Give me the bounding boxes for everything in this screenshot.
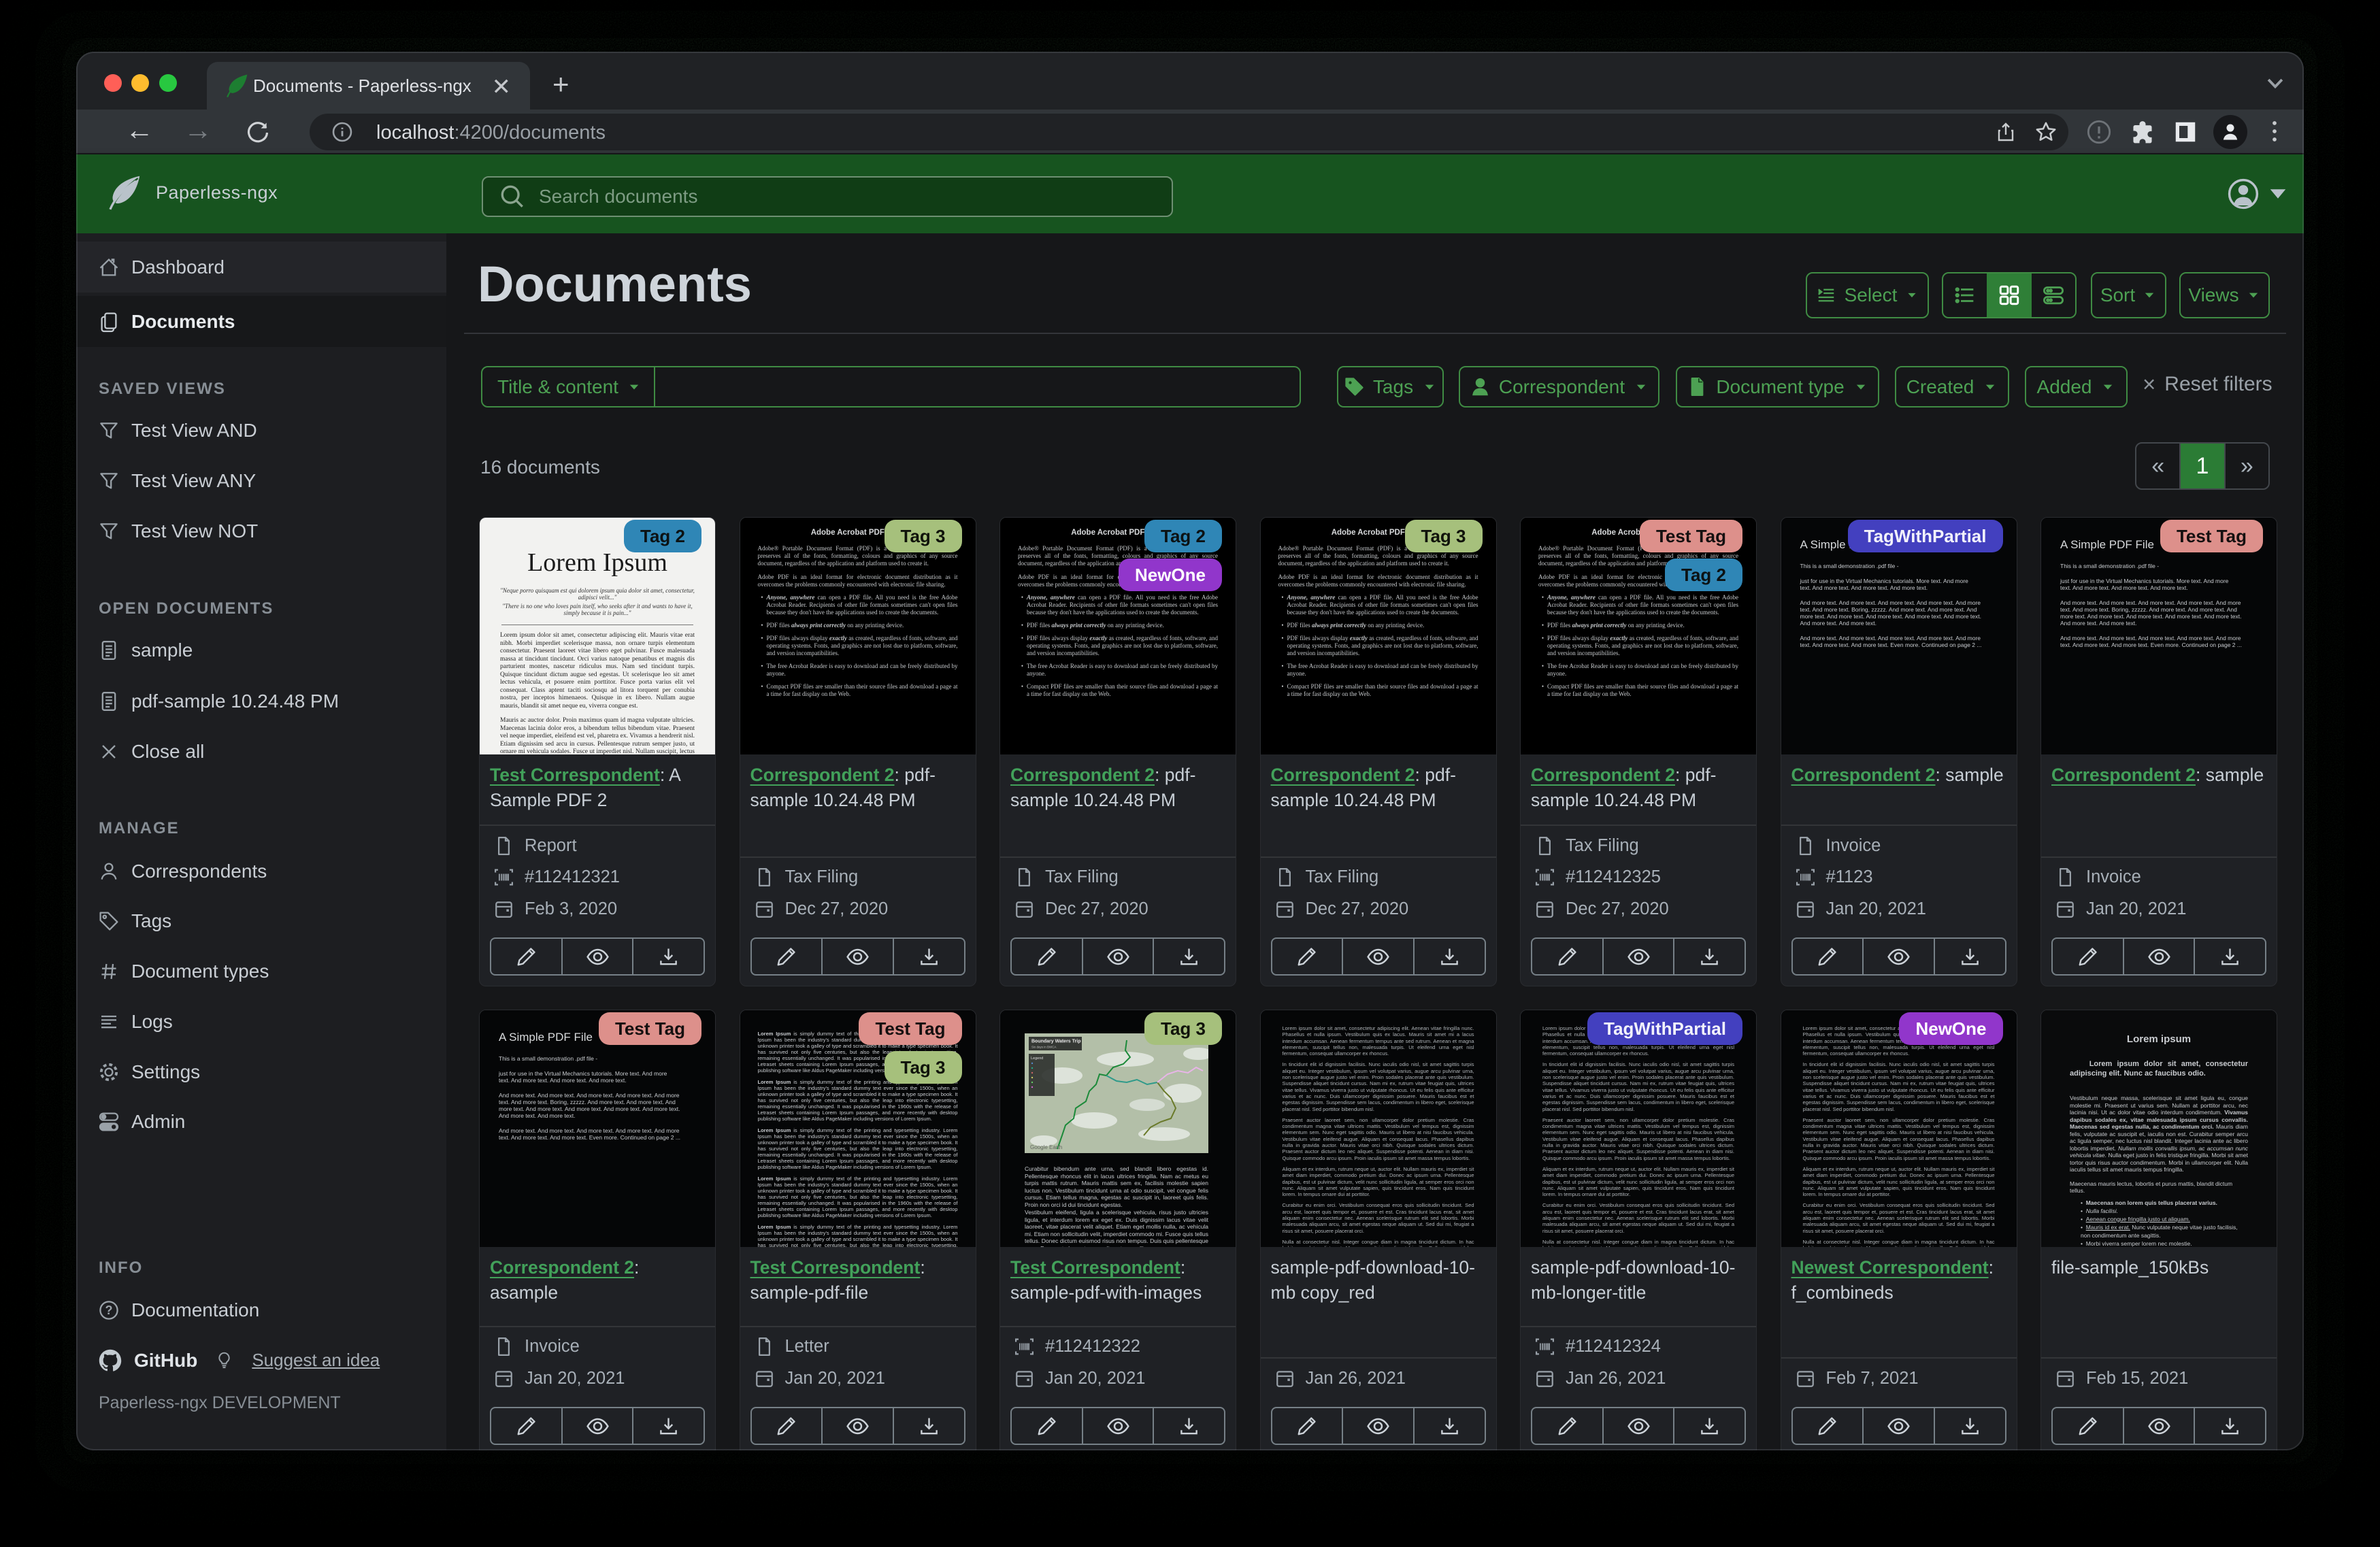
svg-text:Legend: Legend xyxy=(1031,1057,1043,1061)
svg-text:?: ? xyxy=(105,1303,113,1317)
svg-text:Boundary Waters Trip: Boundary Waters Trip xyxy=(1031,1039,1080,1044)
svg-text:Google Earth: Google Earth xyxy=(1030,1144,1062,1150)
svg-text:Six days in BWCA: Six days in BWCA xyxy=(1031,1046,1057,1049)
